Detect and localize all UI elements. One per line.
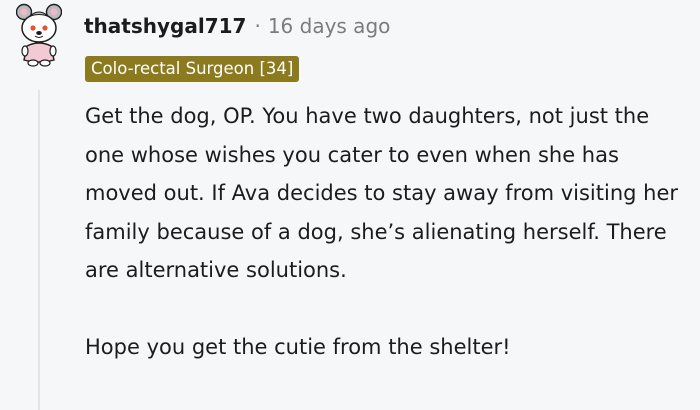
- meta-separator: ·: [254, 14, 261, 38]
- comment-paragraph: Hope you get the cutie from the shelter!: [85, 334, 511, 359]
- snoo-avatar-icon: [15, 3, 63, 67]
- username-link[interactable]: thatshygal717: [84, 12, 246, 40]
- comment-card: thatshygal717 · 16 days ago Colo-rectal …: [0, 0, 700, 410]
- user-flair: Colo-rectal Surgeon [34]: [85, 56, 300, 82]
- avatar[interactable]: [15, 2, 63, 68]
- comment-paragraph: Get the dog, OP. You have two daughters,…: [85, 104, 679, 282]
- thread-line[interactable]: [38, 90, 40, 410]
- timestamp-link[interactable]: 16 days ago: [268, 12, 391, 40]
- comment-body: Get the dog, OP. You have two daughters,…: [85, 97, 685, 366]
- comment-meta: thatshygal717 · 16 days ago: [84, 12, 390, 40]
